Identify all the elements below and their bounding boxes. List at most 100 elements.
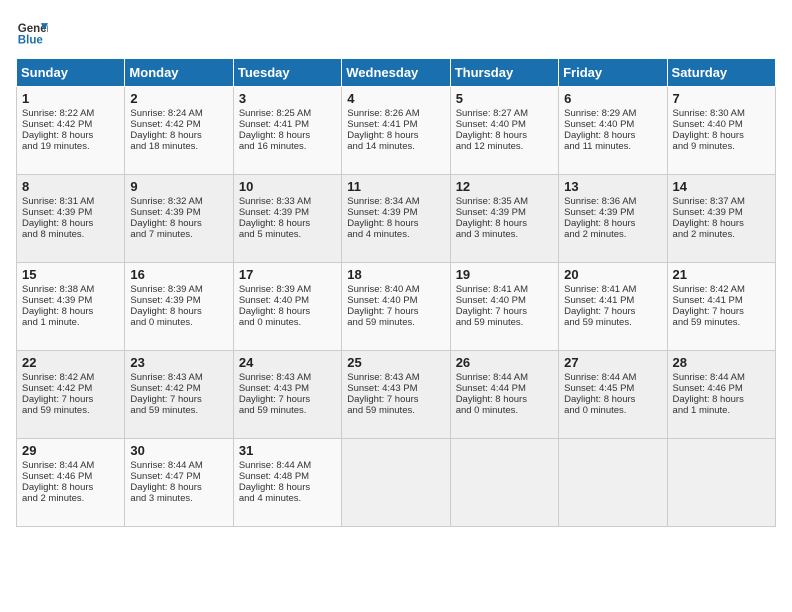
day-info: Daylight: 7 hours: [347, 394, 444, 405]
day-info: and 14 minutes.: [347, 141, 444, 152]
calendar-cell: 15Sunrise: 8:38 AMSunset: 4:39 PMDayligh…: [17, 263, 125, 351]
day-info: Daylight: 8 hours: [22, 130, 119, 141]
day-info: Sunrise: 8:27 AM: [456, 108, 553, 119]
calendar-cell: 24Sunrise: 8:43 AMSunset: 4:43 PMDayligh…: [233, 351, 341, 439]
day-number: 22: [22, 355, 119, 370]
day-info: Sunset: 4:43 PM: [347, 383, 444, 394]
day-number: 15: [22, 267, 119, 282]
day-number: 20: [564, 267, 661, 282]
day-info: and 7 minutes.: [130, 229, 227, 240]
calendar-cell: 25Sunrise: 8:43 AMSunset: 4:43 PMDayligh…: [342, 351, 450, 439]
calendar-cell: 1 Sunrise: 8:22 AMSunset: 4:42 PMDaylight…: [17, 87, 125, 175]
day-info: Sunrise: 8:31 AM: [22, 196, 119, 207]
day-info: Sunset: 4:42 PM: [130, 383, 227, 394]
day-info: Sunset: 4:42 PM: [130, 119, 227, 130]
day-info: Sunset: 4:45 PM: [564, 383, 661, 394]
calendar-cell: 31Sunrise: 8:44 AMSunset: 4:48 PMDayligh…: [233, 439, 341, 527]
day-number: 27: [564, 355, 661, 370]
day-info: and 59 minutes.: [347, 317, 444, 328]
day-number: 23: [130, 355, 227, 370]
day-number: 31: [239, 443, 336, 458]
day-number: 4: [347, 91, 444, 106]
day-number: 8: [22, 179, 119, 194]
day-info: and 4 minutes.: [239, 493, 336, 504]
day-info: Sunrise: 8:43 AM: [239, 372, 336, 383]
calendar-cell: 18Sunrise: 8:40 AMSunset: 4:40 PMDayligh…: [342, 263, 450, 351]
day-info: and 5 minutes.: [239, 229, 336, 240]
day-info: and 1 minute.: [673, 405, 770, 416]
calendar-cell: 11Sunrise: 8:34 AMSunset: 4:39 PMDayligh…: [342, 175, 450, 263]
day-info: Sunrise: 8:42 AM: [673, 284, 770, 295]
calendar-cell: [450, 439, 558, 527]
calendar-cell: 5Sunrise: 8:27 AMSunset: 4:40 PMDaylight…: [450, 87, 558, 175]
day-info: Daylight: 7 hours: [564, 306, 661, 317]
day-info: Sunrise: 8:35 AM: [456, 196, 553, 207]
day-number: 16: [130, 267, 227, 282]
day-info: Sunset: 4:40 PM: [239, 295, 336, 306]
calendar-cell: 4Sunrise: 8:26 AMSunset: 4:41 PMDaylight…: [342, 87, 450, 175]
day-number: 14: [673, 179, 770, 194]
calendar-cell: 6Sunrise: 8:29 AMSunset: 4:40 PMDaylight…: [559, 87, 667, 175]
day-info: Sunset: 4:39 PM: [673, 207, 770, 218]
day-info: and 12 minutes.: [456, 141, 553, 152]
day-info: and 2 minutes.: [22, 493, 119, 504]
header-day-friday: Friday: [559, 59, 667, 87]
day-number: 17: [239, 267, 336, 282]
day-number: 1: [22, 91, 119, 106]
header-day-sunday: Sunday: [17, 59, 125, 87]
day-info: Daylight: 8 hours: [456, 218, 553, 229]
day-number: 10: [239, 179, 336, 194]
day-info: and 3 minutes.: [130, 493, 227, 504]
day-info: Daylight: 8 hours: [347, 130, 444, 141]
day-info: Sunset: 4:39 PM: [22, 295, 119, 306]
day-info: Sunrise: 8:24 AM: [130, 108, 227, 119]
day-number: 6: [564, 91, 661, 106]
day-info: Daylight: 8 hours: [130, 218, 227, 229]
calendar-cell: 2Sunrise: 8:24 AMSunset: 4:42 PMDaylight…: [125, 87, 233, 175]
day-info: and 1 minute.: [22, 317, 119, 328]
calendar-cell: 12Sunrise: 8:35 AMSunset: 4:39 PMDayligh…: [450, 175, 558, 263]
day-info: Sunset: 4:43 PM: [239, 383, 336, 394]
day-info: Sunrise: 8:44 AM: [673, 372, 770, 383]
day-number: 12: [456, 179, 553, 194]
day-info: Sunrise: 8:44 AM: [564, 372, 661, 383]
day-info: Sunset: 4:39 PM: [239, 207, 336, 218]
day-info: Daylight: 8 hours: [22, 306, 119, 317]
calendar-cell: 10 Sunrise: 8:33 AMSunset: 4:39 PMDayligh…: [233, 175, 341, 263]
day-info: Sunrise: 8:33 AM: [239, 196, 336, 207]
day-info: and 59 minutes.: [564, 317, 661, 328]
day-info: and 0 minutes.: [456, 405, 553, 416]
day-info: Sunset: 4:42 PM: [22, 383, 119, 394]
day-info: Sunrise: 8:22 AM: [22, 108, 119, 119]
day-info: Daylight: 8 hours: [130, 306, 227, 317]
day-info: Sunrise: 8:39 AM: [239, 284, 336, 295]
day-info: and 0 minutes.: [564, 405, 661, 416]
day-info: and 59 minutes.: [22, 405, 119, 416]
day-info: Daylight: 7 hours: [347, 306, 444, 317]
calendar-cell: 7Sunrise: 8:30 AMSunset: 4:40 PMDaylight…: [667, 87, 775, 175]
day-info: Daylight: 8 hours: [347, 218, 444, 229]
day-info: Daylight: 8 hours: [239, 218, 336, 229]
day-number: 28: [673, 355, 770, 370]
calendar-header-row: SundayMondayTuesdayWednesdayThursdayFrid…: [17, 59, 776, 87]
day-info: Daylight: 8 hours: [239, 482, 336, 493]
day-info: Daylight: 8 hours: [673, 394, 770, 405]
header-day-wednesday: Wednesday: [342, 59, 450, 87]
day-info: and 59 minutes.: [347, 405, 444, 416]
header-day-saturday: Saturday: [667, 59, 775, 87]
day-info: and 4 minutes.: [347, 229, 444, 240]
day-info: Sunrise: 8:36 AM: [564, 196, 661, 207]
calendar-cell: 17Sunrise: 8:39 AMSunset: 4:40 PMDayligh…: [233, 263, 341, 351]
day-info: Sunrise: 8:34 AM: [347, 196, 444, 207]
day-info: and 59 minutes.: [673, 317, 770, 328]
day-number: 5: [456, 91, 553, 106]
day-number: 30: [130, 443, 227, 458]
calendar-cell: 28Sunrise: 8:44 AMSunset: 4:46 PMDayligh…: [667, 351, 775, 439]
day-info: and 2 minutes.: [673, 229, 770, 240]
day-info: Sunset: 4:42 PM: [22, 119, 119, 130]
day-info: Daylight: 8 hours: [239, 130, 336, 141]
calendar-cell: 26Sunrise: 8:44 AMSunset: 4:44 PMDayligh…: [450, 351, 558, 439]
day-info: Sunset: 4:41 PM: [347, 119, 444, 130]
header-day-monday: Monday: [125, 59, 233, 87]
day-info: Daylight: 8 hours: [564, 394, 661, 405]
